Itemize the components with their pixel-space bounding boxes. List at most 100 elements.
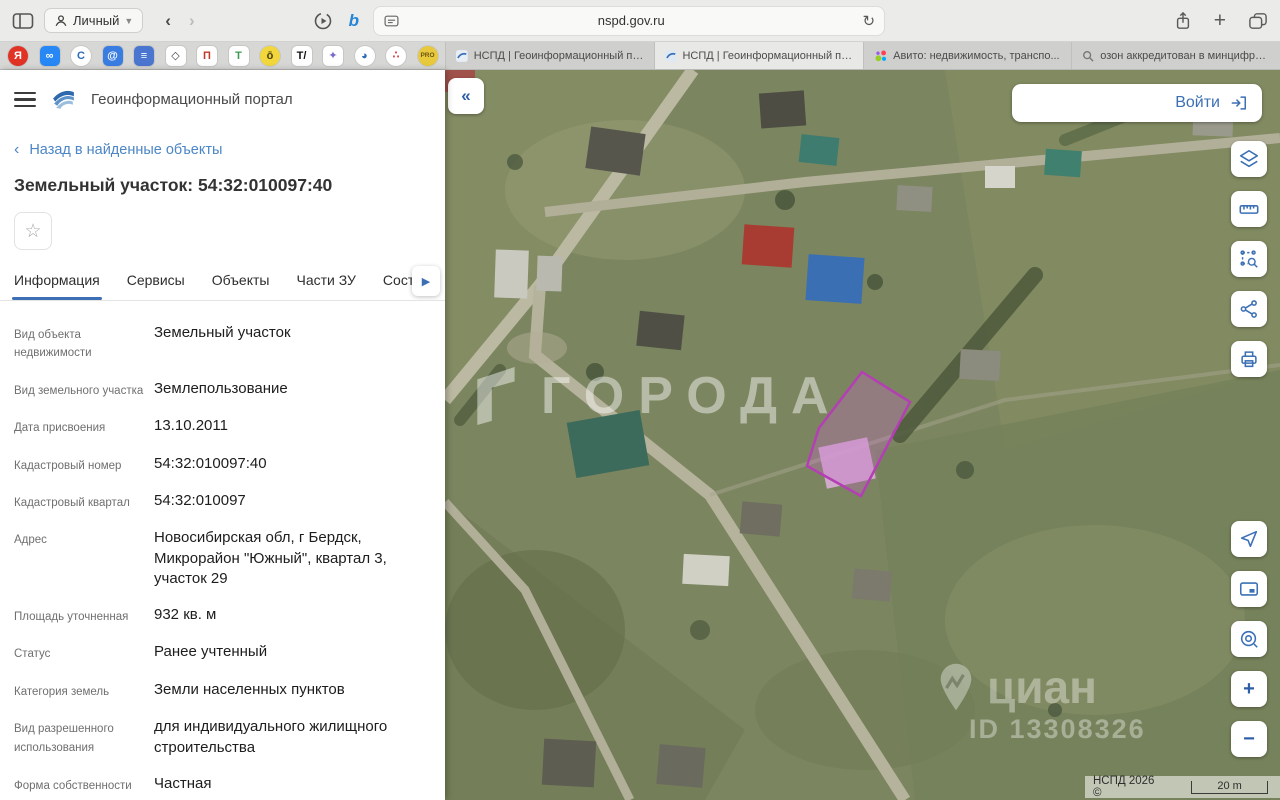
watermark-goroda: ГОРОДА [473,366,843,426]
tab-overview-icon[interactable] [1248,12,1268,30]
plus-icon: + [1243,678,1255,701]
info-field-row: Адрес Новосибирская обл, г Бердск, Микро… [14,528,431,589]
bookmarks-bar: Я ∞ C @ ≡ ◇ ПTō T/ ✦ ◕ ∴ PRO [0,42,445,69]
bookmark-diamond-icon[interactable]: ◇ [166,46,186,66]
tab-search[interactable]: озон аккредитован в минцифра... [1071,42,1280,69]
watermark-cian-id: ID 13308326 [969,714,1146,745]
bookmark-o-yellow-icon[interactable]: ō [260,46,280,66]
search-icon [1082,50,1094,62]
avito-favicon [875,50,887,62]
info-field-row: Категория земель Земли населенных пункто… [14,680,431,701]
tab-information[interactable]: Информация [14,260,100,300]
bookmark-pro-icon[interactable]: PRO [418,46,438,66]
map-container: ГОРОДА циан ID 13308326 « Войти [445,70,1280,800]
collapse-panel-button[interactable]: « [448,78,484,114]
map-scale-bar: 20 m [1191,781,1268,794]
sidebar-toggle-icon[interactable] [12,11,34,31]
profile-selector[interactable]: Личный ▼ [44,8,143,33]
bookmark-star-purple-icon[interactable]: ✦ [323,46,343,66]
locate-button[interactable] [1231,521,1267,557]
tab-services[interactable]: Сервисы [127,260,185,300]
bookmark-vk-icon[interactable]: ∞ [40,46,60,66]
tab-nspd-1[interactable]: НСПД | Геоинформационный по... [445,42,654,69]
share-nodes-icon [1238,298,1260,320]
zoom-in-button[interactable]: + [1231,671,1267,707]
field-label: Адрес [14,528,154,589]
login-button[interactable]: Войти [1012,84,1262,122]
share-icon[interactable] [1174,11,1192,31]
bookmark-dots-icon[interactable]: ∴ [386,46,406,66]
bookmark-yandex-icon[interactable]: Я [8,46,28,66]
profile-label: Личный [73,13,119,28]
field-label: Категория земель [14,680,154,701]
info-field-row: Кадастровый номер 54:32:010097:40 [14,454,431,475]
new-tab-icon[interactable]: + [1214,9,1226,33]
info-field-row: Вид земельного участка Землепользование [14,379,431,400]
field-value: 932 кв. м [154,605,216,626]
menu-icon[interactable] [14,92,36,108]
nspd-favicon [456,50,468,62]
print-button[interactable] [1231,341,1267,377]
reader-mode-icon[interactable] [383,13,400,29]
bookmark-docs-icon[interactable]: ≡ [134,46,154,66]
field-value: Земельный участок [154,323,291,363]
tab-strip: Я ∞ C @ ≡ ◇ ПTō T/ ✦ ◕ ∴ PRO НСПД | Геоинформационн… [0,42,1280,70]
area-measure-icon [1238,248,1260,270]
map-attribution: НСПД 2026 © 20 m [1085,776,1280,798]
locate-arrow-icon [1238,528,1260,550]
forward-button[interactable]: › [189,11,195,31]
zoom-to-object-button[interactable] [1231,621,1267,657]
info-field-row: Площадь уточненная 932 кв. м [14,605,431,626]
field-value: 13.10.2011 [154,416,228,437]
reload-icon[interactable]: ↻ [862,12,875,30]
minimap-icon [1238,578,1260,600]
field-value: Землепользование [154,379,288,400]
url-text: nspd.gov.ru [400,13,862,28]
back-to-results-link[interactable]: ‹ Назад в найденные объекты [0,119,445,159]
ruler-icon [1238,198,1260,220]
watermark-cian: циан ID 13308326 [937,660,1146,745]
portal-title: Геоинформационный портал [91,91,293,108]
share-map-button[interactable] [1231,291,1267,327]
zoom-out-button[interactable]: − [1231,721,1267,757]
timer-icon[interactable] [313,11,333,31]
info-field-row: Форма собственности Частная [14,774,431,795]
info-field-row: Вид объекта недвижимости Земельный участ… [14,323,431,363]
printer-icon [1238,348,1260,370]
tab-parcel-parts[interactable]: Части ЗУ [296,260,355,300]
bookmark-mail-icon[interactable]: @ [103,46,123,66]
nspd-favicon [665,50,677,62]
field-value: 54:32:010097 [154,491,246,512]
ruler-button[interactable] [1231,191,1267,227]
favorite-button[interactable]: ☆ [14,212,52,250]
bing-icon[interactable]: b [349,11,359,31]
object-title: Земельный участок: 54:32:010097:40 [0,159,445,196]
bookmark-pie-blue-icon[interactable]: ◕ [355,46,375,66]
field-label: Кадастровый квартал [14,491,154,512]
login-arrow-icon [1229,93,1249,113]
minimap-button[interactable] [1231,571,1267,607]
info-field-row: Вид разрешенного использования для индив… [14,717,431,758]
bookmark-p-red-icon[interactable]: П [197,46,217,66]
tab-avito[interactable]: Авито: недвижимость, транспо... [863,42,1072,69]
layers-button[interactable] [1231,141,1267,177]
field-label: Форма собственности [14,774,154,795]
object-info-panel: Геоинформационный портал ‹ Назад в найде… [0,70,445,800]
bookmark-c-swirl-icon[interactable]: C [71,46,91,66]
area-measure-button[interactable] [1231,241,1267,277]
geoportal-logo [50,86,77,113]
field-label: Площадь уточненная [14,605,154,626]
back-button[interactable]: ‹ [165,11,171,31]
tab-objects[interactable]: Объекты [212,260,270,300]
tabs-scroll-right-button[interactable]: ▶ [412,266,440,296]
bookmark-t-green-icon[interactable]: T [229,46,249,66]
tab-nspd-2-active[interactable]: НСПД | Геоинформационный по... [654,42,863,69]
field-value: Новосибирская обл, г Бердск, Микрорайон … [154,528,431,589]
satellite-map[interactable] [445,70,1280,800]
minus-icon: − [1243,728,1255,751]
field-label: Вид разрешенного использования [14,717,154,758]
info-field-row: Дата присвоения 13.10.2011 [14,416,431,437]
info-field-row: Кадастровый квартал 54:32:010097 [14,491,431,512]
bookmark-t-slash-icon[interactable]: T/ [292,46,312,66]
address-bar[interactable]: nspd.gov.ru ↻ [373,6,885,36]
